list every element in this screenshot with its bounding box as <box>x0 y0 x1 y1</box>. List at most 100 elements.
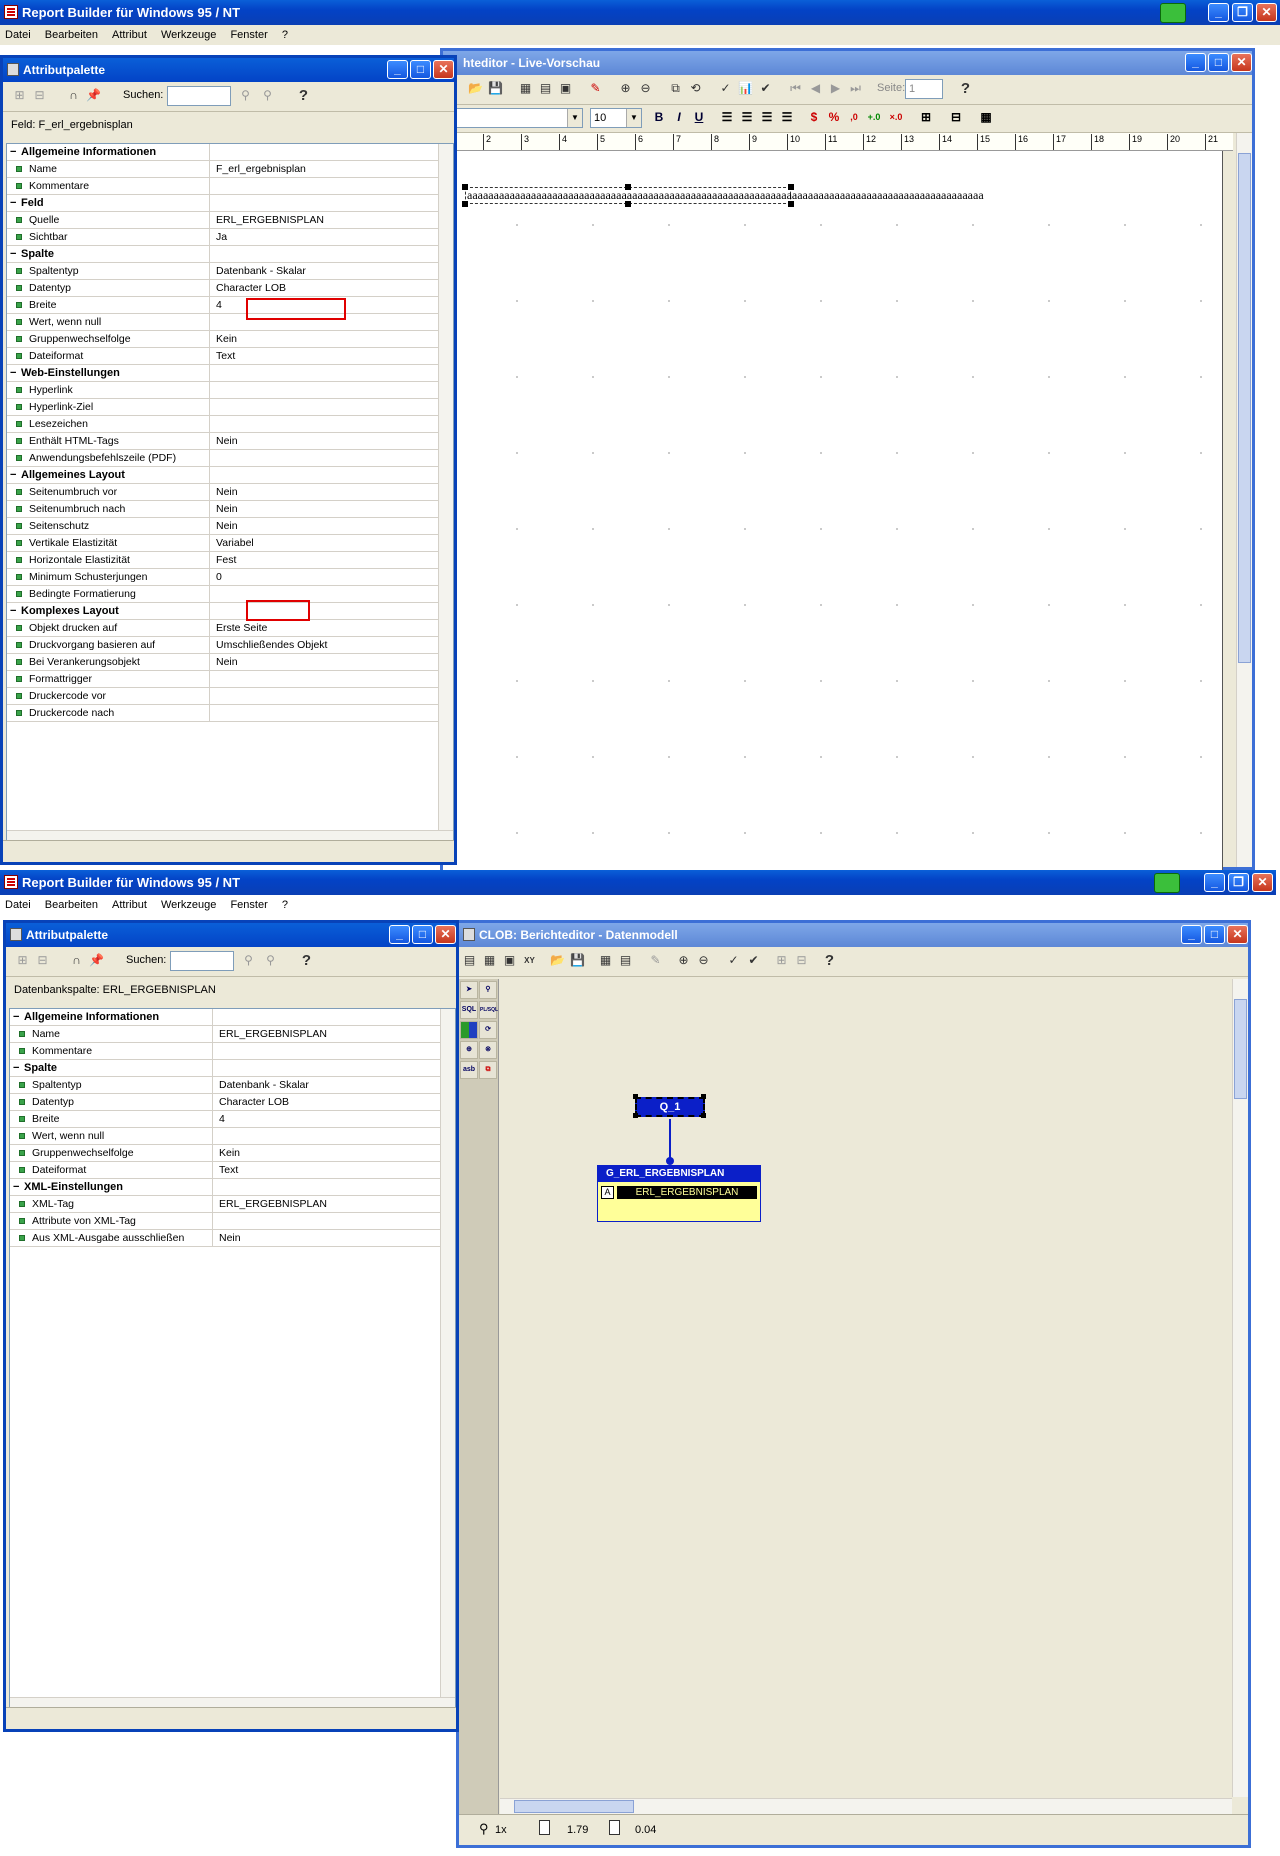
property-row[interactable]: Seitenschutz Nein <box>7 518 438 535</box>
property-group-header[interactable]: XML-Einstellungen <box>10 1179 440 1196</box>
editor-maximize-button[interactable]: □ <box>1208 53 1229 72</box>
property-value[interactable]: Datenbank - Skalar <box>212 263 438 279</box>
palette-minimize-button[interactable]: _ <box>387 60 408 79</box>
editor-vertical-scrollbar[interactable] <box>1236 133 1252 867</box>
search-input[interactable] <box>170 951 234 971</box>
first-page-icon[interactable]: ⏮ <box>787 80 804 97</box>
property-row[interactable]: Dateiformat Text <box>10 1162 440 1179</box>
find-next-icon[interactable]: ⚲ <box>237 87 254 104</box>
editor-close-button[interactable]: ✕ <box>1231 53 1252 72</box>
editor-minimize-button[interactable]: _ <box>1185 53 1206 72</box>
property-row[interactable]: Spaltentyp Datenbank - Skalar <box>7 263 438 280</box>
property-row[interactable]: Seitenumbruch vor Nein <box>7 484 438 501</box>
minimize-button[interactable]: _ <box>1208 3 1229 22</box>
property-row[interactable]: Breite 4 <box>7 297 438 314</box>
property-value[interactable]: F_erl_ergebnisplan <box>212 161 438 177</box>
pin-icon[interactable]: 📌 <box>85 87 102 104</box>
property-value[interactable] <box>212 365 438 381</box>
print-icon[interactable]: ▤ <box>617 952 634 969</box>
summary-tool-icon[interactable]: ⊕ <box>460 1041 478 1059</box>
property-value[interactable]: Nein <box>215 1230 440 1246</box>
chart-icon[interactable]: 📊 <box>737 80 754 97</box>
property-value[interactable] <box>215 1179 440 1195</box>
help-icon[interactable]: ? <box>821 952 838 969</box>
property-row[interactable]: Bei Verankerungsobjekt Nein <box>7 654 438 671</box>
property-value[interactable] <box>212 671 438 687</box>
query-handle[interactable] <box>633 1113 638 1118</box>
next-page-icon[interactable]: ▶ <box>827 80 844 97</box>
menu-datei[interactable]: Datei <box>5 29 31 41</box>
grid-icon[interactable]: ▦ <box>977 108 995 126</box>
prev-page-icon[interactable]: ◀ <box>807 80 824 97</box>
expand-icon[interactable]: ⊞ <box>773 952 790 969</box>
property-row[interactable]: Quelle ERL_ERGEBNISPLAN <box>7 212 438 229</box>
property-row[interactable]: Objekt drucken auf Erste Seite <box>7 620 438 637</box>
property-value[interactable]: Kein <box>215 1145 440 1161</box>
spread-icon[interactable]: ⊟ <box>947 108 965 126</box>
property-value[interactable]: 4 <box>212 297 438 313</box>
search-input[interactable] <box>167 86 231 106</box>
remove-decimal-icon[interactable]: ×.0 <box>887 108 905 126</box>
property-value[interactable]: Nein <box>212 518 438 534</box>
property-group-header[interactable]: Web-Einstellungen <box>7 365 438 382</box>
property-value[interactable] <box>212 382 438 398</box>
palette-close-button[interactable]: ✕ <box>433 60 454 79</box>
menu-help[interactable]: ? <box>282 899 288 911</box>
pin-icon[interactable]: 📌 <box>88 952 105 969</box>
font-size-combo[interactable]: 10 ▼ <box>590 108 642 128</box>
group-object[interactable]: G_ERL_ERGEBNISPLAN A ERL_ERGEBNISPLAN <box>597 1165 761 1222</box>
union-icon[interactable]: ∩ <box>68 952 85 969</box>
help-icon[interactable]: ? <box>298 952 315 969</box>
minimize-button[interactable]: _ <box>1204 873 1225 892</box>
property-value[interactable] <box>215 1060 440 1076</box>
save-icon[interactable]: 💾 <box>569 952 586 969</box>
property-row[interactable]: Druckvorgang basieren auf Umschließendes … <box>7 637 438 654</box>
layout-model-icon[interactable]: ▣ <box>501 952 518 969</box>
find-prev-icon[interactable]: ⚲ <box>259 87 276 104</box>
property-group-header[interactable]: Allgemeine Informationen <box>7 144 438 161</box>
page-input[interactable]: 1 <box>905 79 943 99</box>
scroll-thumb[interactable] <box>1238 153 1251 663</box>
property-vertical-scrollbar[interactable] <box>440 1009 455 1697</box>
collapse-all-icon[interactable]: ⊟ <box>34 952 51 969</box>
property-row[interactable]: Gruppenwechselfolge Kein <box>7 331 438 348</box>
find-next-icon[interactable]: ⚲ <box>240 952 257 969</box>
query-handle[interactable] <box>633 1094 638 1099</box>
property-row[interactable]: Druckercode nach <box>7 705 438 722</box>
menu-bearbeiten[interactable]: Bearbeiten <box>45 29 98 41</box>
property-row[interactable]: Druckercode vor <box>7 688 438 705</box>
property-value[interactable] <box>212 603 438 619</box>
property-value[interactable]: Text <box>212 348 438 364</box>
query-handle[interactable] <box>701 1094 706 1099</box>
palette-close-button[interactable]: ✕ <box>435 925 456 944</box>
property-row[interactable]: Vertikale Elastizität Variabel <box>7 535 438 552</box>
property-value[interactable]: Erste Seite <box>212 620 438 636</box>
scroll-thumb[interactable] <box>514 1800 634 1813</box>
expand-all-icon[interactable]: ⊞ <box>11 87 28 104</box>
palette-maximize-button[interactable]: □ <box>412 925 433 944</box>
property-row[interactable]: Hyperlink-Ziel <box>7 399 438 416</box>
align-right-icon[interactable]: ☰ <box>758 108 776 126</box>
align-center-icon[interactable]: ☰ <box>738 108 756 126</box>
frame-icon[interactable]: ⊞ <box>917 108 935 126</box>
layout-icon[interactable]: ⧉ <box>667 80 684 97</box>
property-group-header[interactable]: Spalte <box>10 1060 440 1077</box>
wizard-icon[interactable]: ✓ <box>717 80 734 97</box>
plsql-query-tool[interactable]: PL/SQL <box>479 1001 498 1019</box>
menu-help[interactable]: ? <box>282 29 288 41</box>
property-group-header[interactable]: Allgemeine Informationen <box>10 1009 440 1026</box>
property-value[interactable]: Fest <box>212 552 438 568</box>
font-name-combo[interactable]: ▼ <box>443 108 583 128</box>
property-value[interactable] <box>215 1009 440 1025</box>
property-value[interactable]: Character LOB <box>212 280 438 296</box>
help-icon[interactable]: ? <box>957 80 974 97</box>
close-button[interactable]: ✕ <box>1256 3 1277 22</box>
wizard-icon[interactable]: ✓ <box>725 952 742 969</box>
query-object[interactable]: Q_1 <box>635 1097 705 1117</box>
property-value[interactable]: ERL_ERGEBNISPLAN <box>212 212 438 228</box>
property-value[interactable]: Umschließendes Objekt <box>212 637 438 653</box>
property-value[interactable]: ERL_ERGEBNISPLAN <box>215 1196 440 1212</box>
property-row[interactable]: Wert, wenn null <box>7 314 438 331</box>
property-row[interactable]: Aus XML-Ausgabe ausschließen Nein <box>10 1230 440 1247</box>
property-row[interactable]: Breite 4 <box>10 1111 440 1128</box>
